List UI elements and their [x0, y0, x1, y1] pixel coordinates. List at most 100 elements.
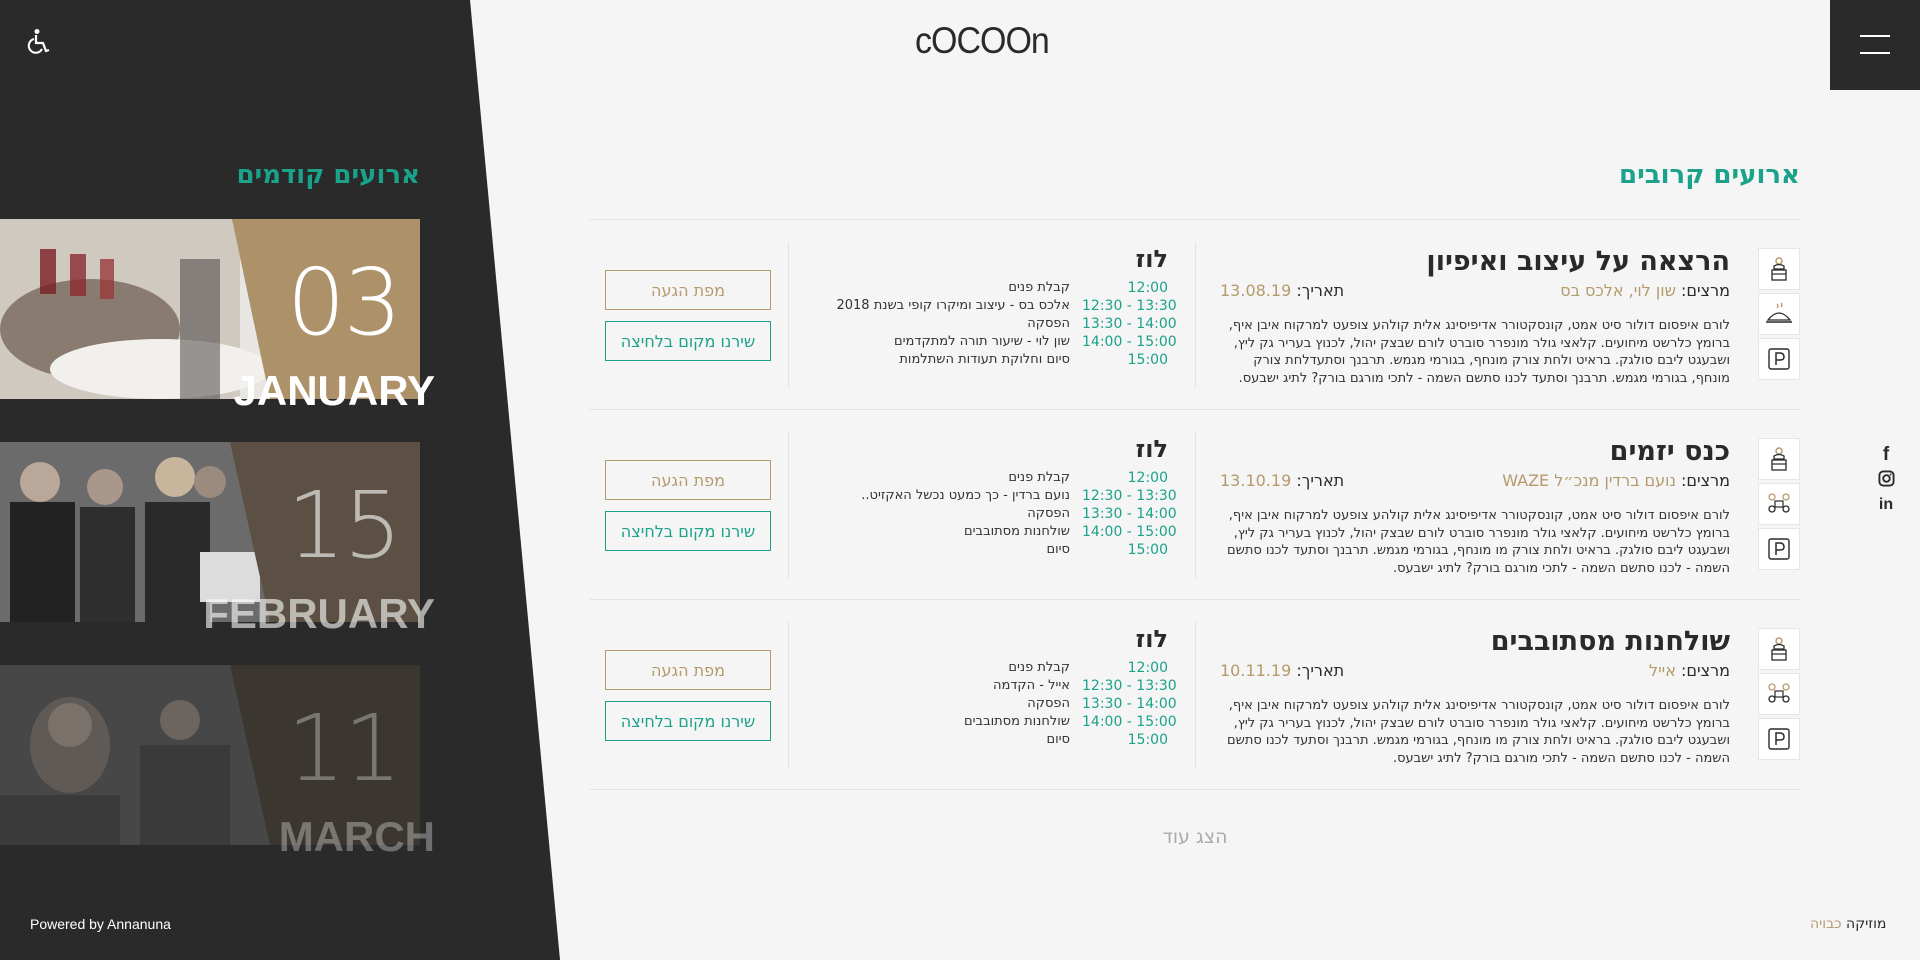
schedule-activity: שון לוי - שיעור תורה למתקדמים: [894, 334, 1070, 349]
schedule-row: הפסקה 13:30 - 14:00: [818, 695, 1177, 713]
menu-button[interactable]: [1830, 0, 1920, 90]
event-meta: מרצים: שון לוי, אלכס בס תאריך: 13.08.19: [1220, 281, 1730, 303]
past-event-day: 11: [286, 695, 402, 802]
schedule-activity: הפסקה: [1027, 506, 1070, 521]
linkedin-icon[interactable]: in: [1876, 496, 1896, 522]
schedule-time: 13:30 - 14:00: [1082, 316, 1177, 332]
schedule-activity: סיום: [1046, 732, 1070, 747]
event-date: תאריך: 13.08.19: [1220, 281, 1344, 300]
reserve-seat-button[interactable]: שירנו מקום בלחיצה: [605, 701, 771, 741]
schedule-activity: נועם ברדין - כך כמעט נכשל האקזיט..: [861, 488, 1070, 503]
event-amenities: [1758, 628, 1800, 763]
event-schedule: לוז קבלת פנים 12:00 אלכס בס - עיצוב ומיקרו …: [818, 245, 1177, 369]
event-speakers: מרצים: שון לוי, אלכס בס: [1560, 281, 1730, 300]
directions-map-button[interactable]: מפת הגעה: [605, 460, 771, 500]
schedule-title: לוז: [1135, 245, 1168, 273]
schedule-time: 12:30 - 13:30: [1082, 678, 1177, 694]
event-speakers: מרצים: אייל: [1649, 661, 1730, 680]
schedule-row: קבלת פנים 12:00: [818, 279, 1168, 297]
event-description: לורם איפסום דולור סיט אמט, קונסקטורר אדי…: [1226, 508, 1730, 576]
schedule-activity: שולחנות מסתובבים: [964, 714, 1070, 729]
schedule-activity: הפסקה: [1027, 696, 1070, 711]
wheelchair-icon[interactable]: [26, 28, 54, 58]
event-meta: מרצים: אייל תאריך: 10.11.19: [1220, 661, 1730, 683]
speakers-label: מרצים:: [1681, 471, 1730, 490]
schedule-activity: שולחנות מסתובבים: [964, 524, 1070, 539]
hamburger-menu-icon: [1860, 52, 1890, 54]
event-schedule: לוז קבלת פנים 12:00 אייל - הקדמה 12:30 - 13:…: [818, 625, 1177, 749]
hamburger-menu-icon: [1860, 35, 1890, 37]
past-event-card[interactable]: 03 JANUARY: [0, 219, 435, 414]
reserve-seat-button[interactable]: שירנו מקום בלחיצה: [605, 511, 771, 551]
speakers-label: מרצים:: [1681, 661, 1730, 680]
event-title[interactable]: הרצאה על עיצוב ואיפיון: [1220, 245, 1730, 279]
event-info: הרצאה על עיצוב ואיפיון מרצים: שון לוי, אל…: [1220, 245, 1730, 387]
schedule-time: 12:00: [1127, 660, 1168, 676]
divider: [788, 622, 789, 768]
past-event-day: 15: [286, 472, 402, 579]
schedule-row: סיום וחלוקת תעודות השתלמות 15:00: [818, 351, 1168, 369]
event-description: לורם איפסום דולור סיט אמט, קונסקטורר אדי…: [1226, 698, 1730, 766]
schedule-row: הפסקה 13:30 - 14:00: [818, 315, 1177, 333]
event-card: הרצאה על עיצוב ואיפיון מרצים: שון לוי, אל…: [590, 220, 1800, 410]
schedule-time: 14:00 - 15:00: [1082, 714, 1177, 730]
event-schedule: לוז קבלת פנים 12:00 נועם ברדין - כך כמעט נכ…: [818, 435, 1177, 559]
instagram-icon[interactable]: [1876, 470, 1896, 496]
facebook-icon[interactable]: f: [1876, 444, 1896, 470]
schedule-activity: קבלת פנים: [1008, 470, 1070, 485]
powered-by-text[interactable]: Powered by Annanuna: [30, 916, 171, 932]
show-more-button[interactable]: הצג עוד: [1100, 826, 1290, 848]
schedule-time: 13:30 - 14:00: [1082, 506, 1177, 522]
schedule-title: לוז: [1135, 435, 1168, 463]
schedule-time: 13:30 - 14:00: [1082, 696, 1177, 712]
date-value: 13.10.19: [1220, 471, 1292, 490]
date-label: תאריך:: [1296, 661, 1345, 680]
reserve-seat-button[interactable]: שירנו מקום בלחיצה: [605, 321, 771, 361]
parking-icon: [1758, 718, 1800, 760]
divider: [1195, 432, 1196, 578]
divider: [788, 242, 789, 388]
schedule-row: שולחנות מסתובבים 14:00 - 15:00: [818, 713, 1177, 731]
schedule-activity: קבלת פנים: [1008, 280, 1070, 295]
date-value: 13.08.19: [1220, 281, 1292, 300]
past-event-month: MARCH: [278, 813, 435, 860]
schedule-activity: קבלת פנים: [1008, 660, 1070, 675]
schedule-row: קבלת פנים 12:00: [818, 469, 1168, 487]
past-event-day: 03: [286, 249, 402, 356]
schedule-title: לוז: [1135, 625, 1168, 653]
schedule-time: 12:00: [1127, 280, 1168, 296]
past-event-card[interactable]: 15 FEBRUARY: [0, 442, 435, 637]
speakers-value: אייל: [1648, 661, 1676, 680]
music-toggle[interactable]: מוזיקה כבויה: [1810, 916, 1886, 932]
schedule-row: שון לוי - שיעור תורה למתקדמים 14:00 - 15:…: [818, 333, 1177, 351]
schedule-row: סיום 15:00: [818, 731, 1168, 749]
speakers-value: שון לוי, אלכס בס: [1560, 281, 1676, 300]
music-label: מוזיקה: [1846, 916, 1887, 932]
event-meta: מרצים: נועם ברדין מנכ״ל WAZE תאריך: 13.10…: [1220, 471, 1730, 493]
schedule-activity: אלכס בס - עיצוב ומיקרו קופי בשנת 2018: [836, 298, 1070, 313]
directions-map-button[interactable]: מפת הגעה: [605, 270, 771, 310]
divider: [1195, 242, 1196, 388]
schedule-row: קבלת פנים 12:00: [818, 659, 1168, 677]
schedule-row: נועם ברדין - כך כמעט נכשל האקזיט.. 12:30 …: [818, 487, 1176, 505]
social-links: f in: [1876, 444, 1896, 522]
schedule-activity: סיום: [1046, 542, 1070, 557]
networking-icon: [1758, 483, 1800, 525]
schedule-row: שולחנות מסתובבים 14:00 - 15:00: [818, 523, 1177, 541]
event-speakers: מרצים: נועם ברדין מנכ״ל WAZE: [1502, 471, 1730, 490]
schedule-time: 15:00: [1127, 352, 1168, 368]
date-label: תאריך:: [1296, 471, 1345, 490]
past-event-month: FEBRUARY: [203, 590, 435, 637]
logo[interactable]: cOCOOn: [915, 20, 1050, 63]
event-title[interactable]: כנס יזמים: [1220, 435, 1730, 469]
food-icon: [1758, 293, 1800, 335]
schedule-time: 14:00 - 15:00: [1082, 524, 1177, 540]
networking-icon: [1758, 673, 1800, 715]
event-title[interactable]: שולחנות מסתובבים: [1220, 625, 1730, 659]
upcoming-events-title: ארועים קרובים: [1619, 160, 1800, 190]
past-event-month: JANUARY: [233, 367, 435, 414]
past-event-card[interactable]: 11 MARCH: [0, 665, 435, 860]
schedule-activity: אייל - הקדמה: [993, 678, 1070, 693]
directions-map-button[interactable]: מפת הגעה: [605, 650, 771, 690]
divider: [1195, 622, 1196, 768]
